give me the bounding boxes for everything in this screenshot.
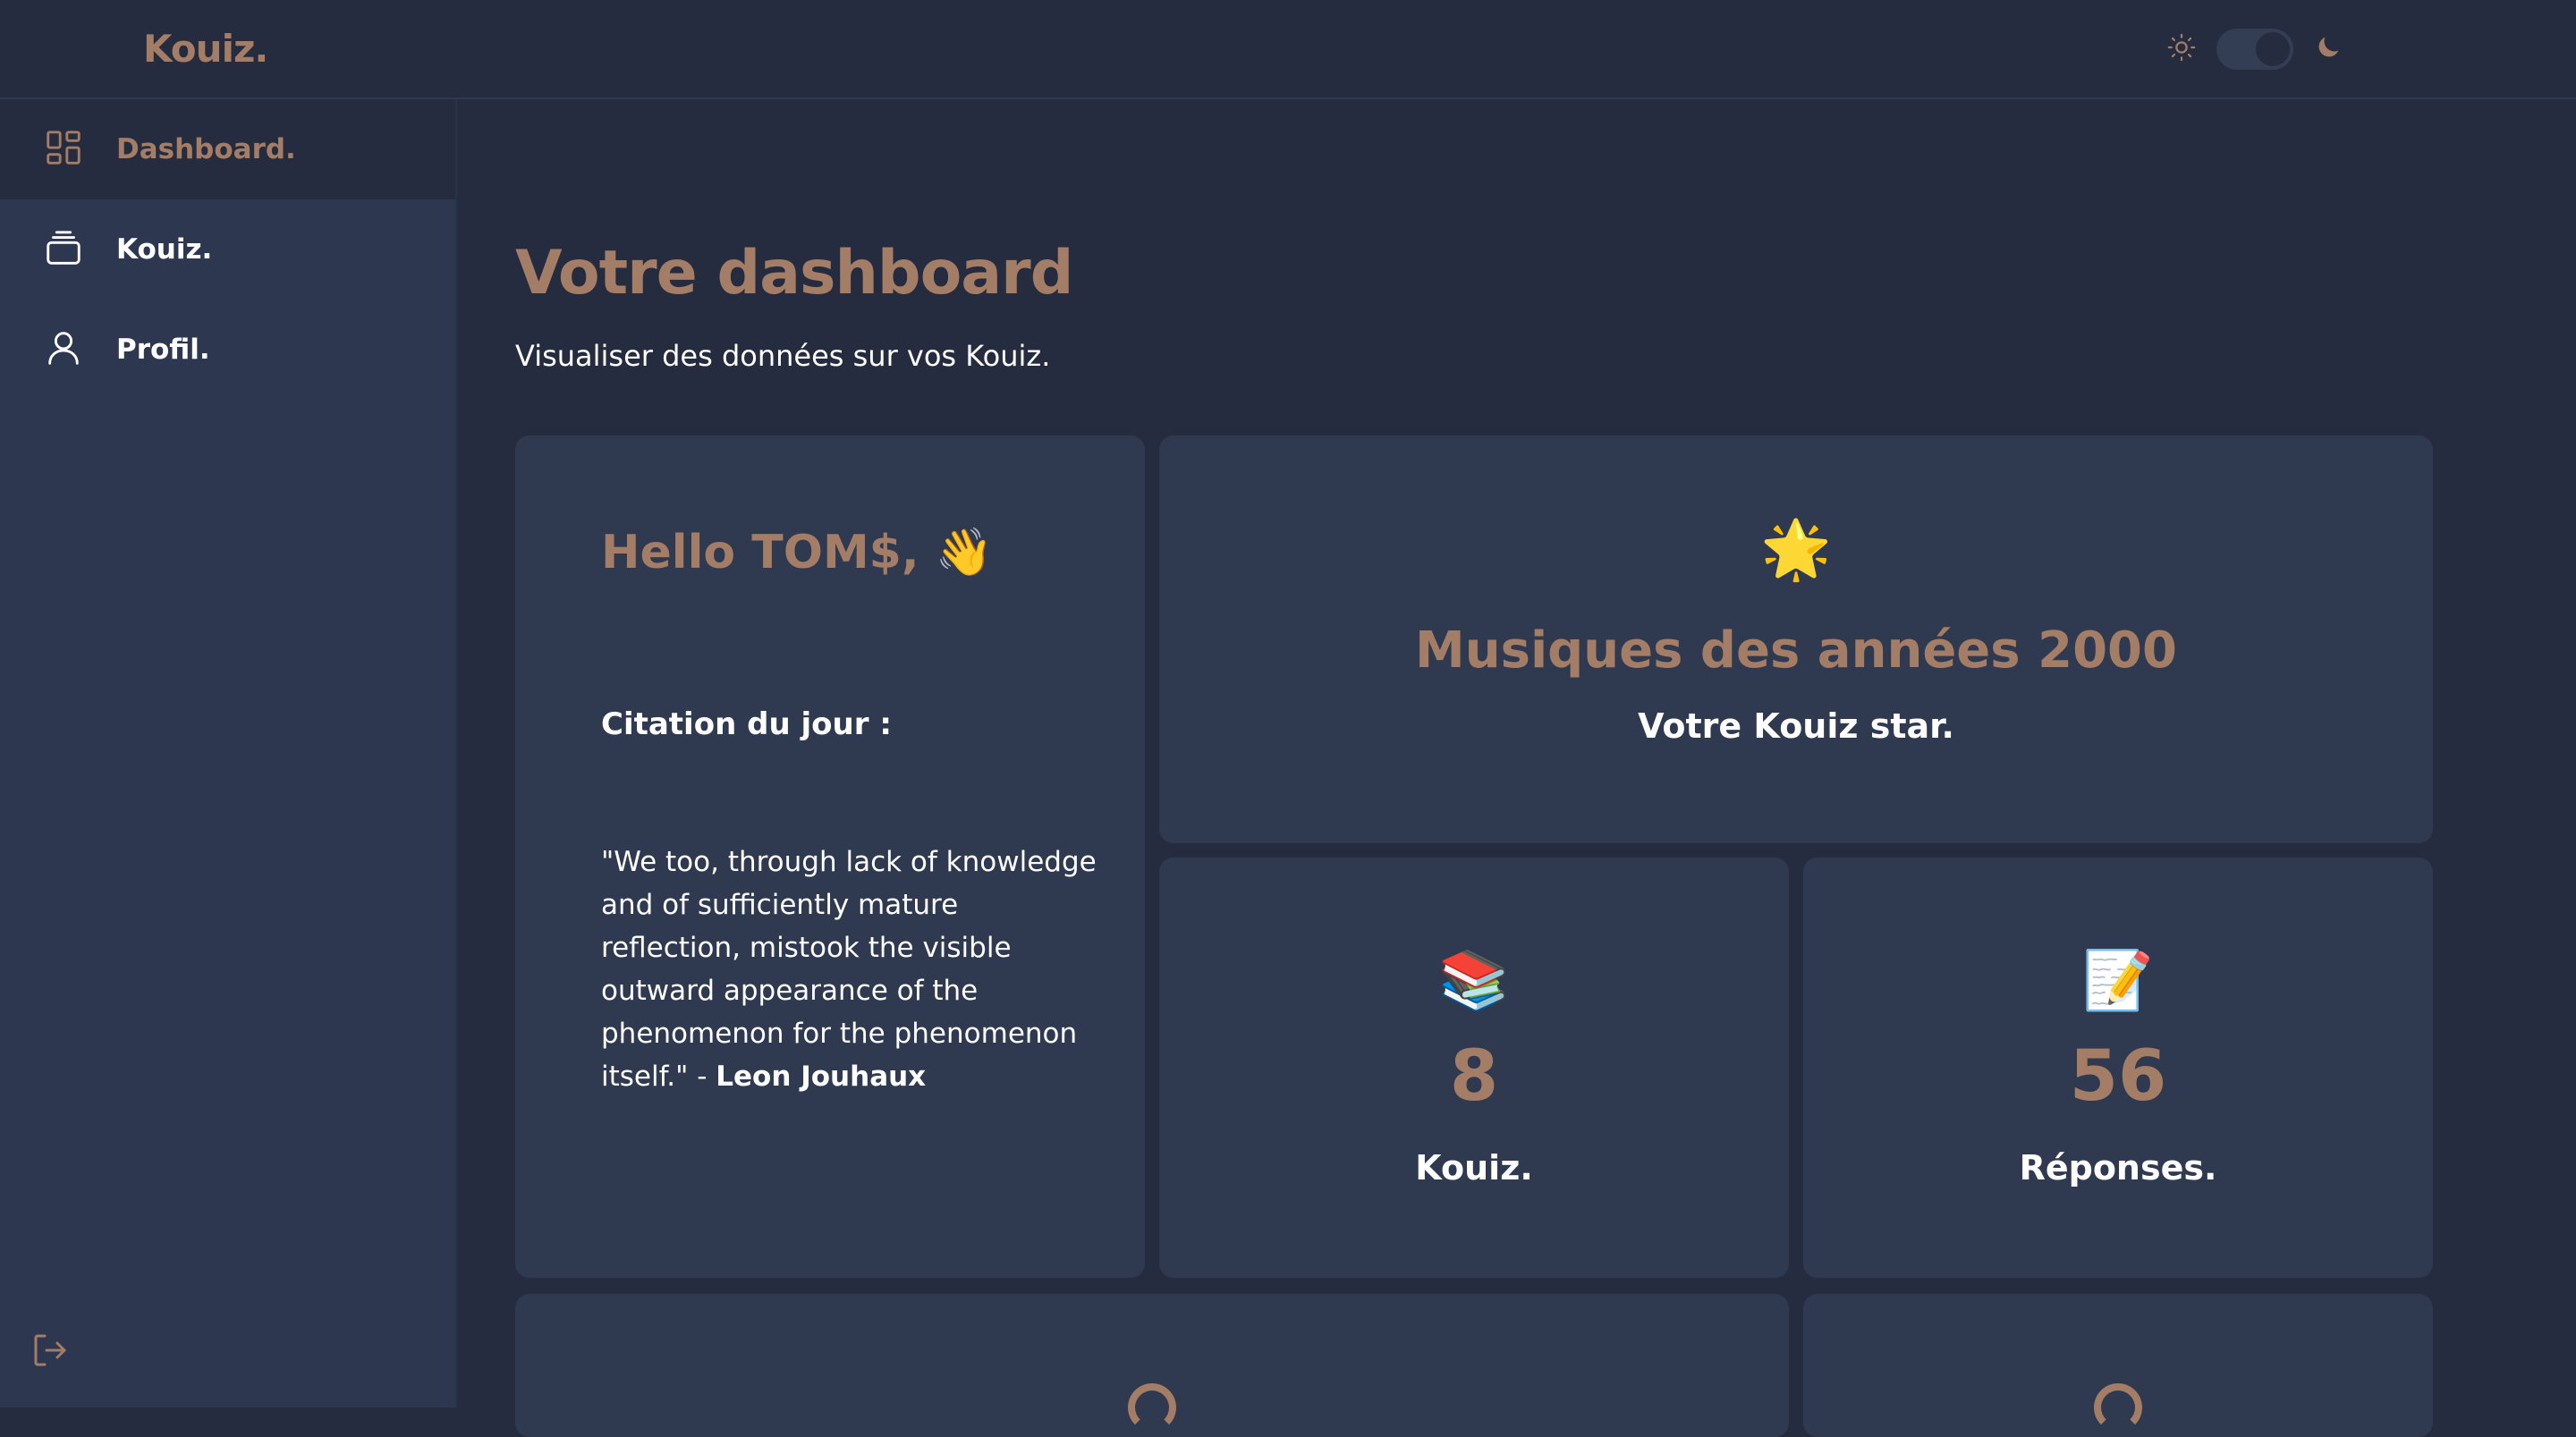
main-content: Votre dashboard Visualiser des données s…	[457, 99, 2576, 1437]
theme-switch-knob	[2256, 32, 2290, 66]
memo-emoji: 📝	[2082, 948, 2154, 1014]
sidebar-item-label: Kouiz.	[116, 233, 213, 266]
loading-ring-icon	[2094, 1383, 2142, 1432]
stat-card-reponses: 📝 56 Réponses.	[1803, 858, 2433, 1278]
logout-icon	[29, 1334, 72, 1375]
sun-icon[interactable]	[2166, 32, 2197, 66]
stat-label: Kouiz.	[1415, 1148, 1533, 1188]
sidebar: Dashboard. Kouiz. Profil.	[0, 99, 457, 1407]
stat-value: 8	[1449, 1036, 1499, 1117]
stat-card-kouiz: 📚 8 Kouiz.	[1159, 858, 1789, 1278]
page-subtitle: Visualiser des données sur vos Kouiz.	[515, 339, 1051, 373]
stack-icon	[43, 227, 84, 272]
loading-ring-icon	[1128, 1383, 1176, 1432]
star-kouiz-card[interactable]: 🌟 Musiques des années 2000 Votre Kouiz s…	[1159, 435, 2433, 843]
top-bar: Kouiz.	[0, 0, 2576, 99]
stat-label: Réponses.	[2019, 1148, 2217, 1188]
star-emoji: 🌟	[1760, 517, 1832, 583]
sidebar-item-dashboard[interactable]: Dashboard.	[0, 99, 455, 199]
page-title: Votre dashboard	[515, 238, 1073, 309]
dashboard-grid-icon	[43, 127, 84, 172]
greeting-title: Hello TOM$, 👋	[601, 526, 994, 579]
star-kouiz-subtitle: Votre Kouiz star.	[1638, 706, 1954, 746]
sidebar-item-kouiz[interactable]: Kouiz.	[0, 199, 455, 300]
star-kouiz-title: Musiques des années 2000	[1415, 621, 2177, 680]
books-emoji: 📚	[1438, 948, 1510, 1014]
logout-button[interactable]	[29, 1329, 72, 1375]
user-icon	[43, 327, 84, 372]
stat-value: 56	[2069, 1036, 2167, 1117]
app-logo[interactable]: Kouiz.	[143, 27, 268, 71]
moon-icon[interactable]	[2313, 32, 2343, 66]
sidebar-item-profil[interactable]: Profil.	[0, 300, 455, 400]
theme-toggle[interactable]	[2166, 27, 2343, 72]
bottom-card-right	[1803, 1294, 2433, 1437]
theme-switch[interactable]	[2216, 29, 2293, 70]
quote-body: "We too, through lack of knowledge and o…	[601, 846, 1097, 1093]
citation-label: Citation du jour :	[601, 706, 892, 742]
quote-author: Leon Jouhaux	[716, 1061, 927, 1093]
quote-text: "We too, through lack of knowledge and o…	[601, 841, 1102, 1098]
sidebar-item-label: Dashboard.	[116, 133, 296, 165]
bottom-card-left	[515, 1294, 1789, 1437]
sidebar-item-label: Profil.	[116, 334, 210, 366]
greeting-card: Hello TOM$, 👋 Citation du jour : "We too…	[515, 435, 1145, 1278]
